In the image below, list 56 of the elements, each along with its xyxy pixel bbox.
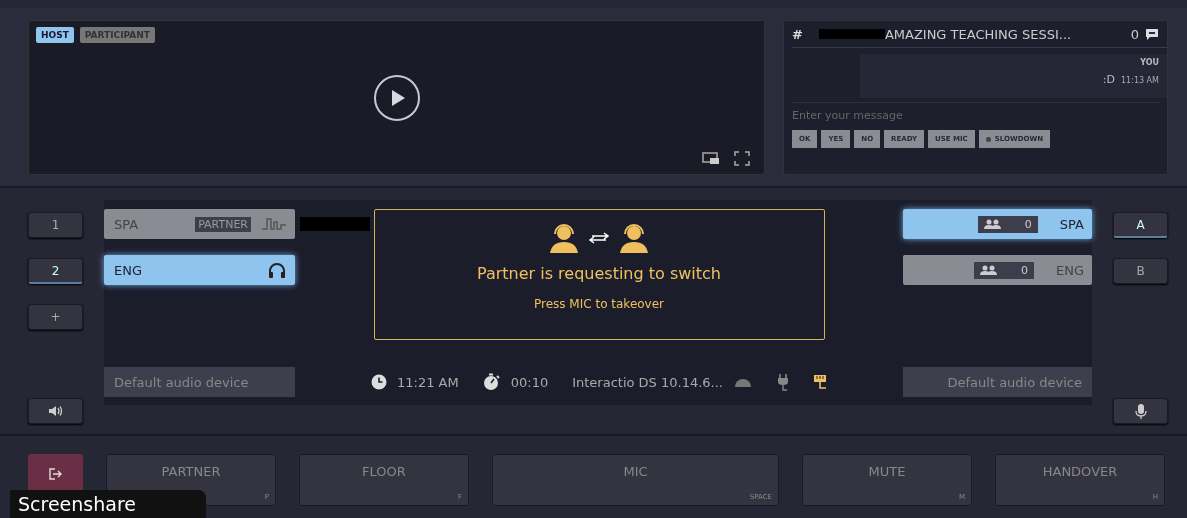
channel-label: SPA bbox=[1059, 216, 1084, 232]
listener-count-badge: 0 bbox=[977, 215, 1038, 233]
output-key[interactable]: B bbox=[1113, 258, 1168, 284]
chat-bubble-icon bbox=[1145, 27, 1159, 41]
stopwatch-icon bbox=[482, 373, 501, 391]
listener-count-badge: 0 bbox=[974, 261, 1034, 279]
microphone-icon bbox=[1134, 402, 1147, 420]
message-input[interactable]: Enter your message bbox=[792, 102, 1159, 128]
channel-label: SPA bbox=[114, 216, 140, 232]
mic-device-field[interactable]: Default audio device bbox=[903, 367, 1092, 397]
speaker-device-field[interactable]: Default audio device bbox=[104, 367, 295, 397]
signal-icon bbox=[733, 376, 753, 388]
swap-arrows-icon bbox=[588, 232, 610, 244]
microphone-button[interactable] bbox=[1113, 398, 1168, 424]
speaker-button[interactable] bbox=[28, 398, 83, 424]
message-text: :D bbox=[1102, 73, 1115, 86]
channel-key[interactable]: 2 bbox=[28, 258, 83, 284]
plug-icon bbox=[777, 373, 789, 391]
clock-time: 11:21 AM bbox=[397, 374, 459, 390]
headset-person-icon bbox=[548, 222, 580, 254]
headset-person-icon bbox=[618, 222, 650, 254]
channel-key[interactable]: 1 bbox=[28, 212, 83, 238]
channel-key[interactable]: + bbox=[28, 304, 83, 330]
output-key[interactable]: A bbox=[1113, 212, 1168, 238]
screenshare-toast: Screenshare bbox=[10, 490, 206, 518]
clock-icon bbox=[371, 374, 387, 390]
app-version: Interactio DS 10.14.6... bbox=[572, 374, 723, 390]
message-count: 0 bbox=[1130, 26, 1139, 42]
picture-in-picture-icon[interactable] bbox=[702, 152, 720, 165]
channel-hash: # bbox=[792, 26, 803, 42]
people-icon bbox=[980, 265, 998, 275]
redaction-bar bbox=[818, 29, 885, 39]
role-tab[interactable]: PARTICIPANT bbox=[79, 27, 155, 43]
fullscreen-icon[interactable] bbox=[734, 151, 750, 166]
channel-label: ENG bbox=[114, 262, 143, 278]
exit-icon bbox=[48, 468, 63, 480]
message-author: YOU bbox=[1140, 58, 1159, 67]
output-channel[interactable]: 0 SPA bbox=[903, 209, 1092, 239]
session-timer: 00:10 bbox=[510, 374, 549, 390]
notice-hint: Press MIC to takeover bbox=[533, 297, 665, 311]
ethernet-icon bbox=[813, 374, 827, 390]
floor-channel[interactable]: SPA PARTNER bbox=[104, 209, 295, 239]
people-icon bbox=[983, 219, 1002, 229]
chat-title: AMAZING TEACHING SESSI... bbox=[884, 26, 1073, 42]
floor-channel[interactable]: ENG bbox=[104, 255, 295, 285]
partner-badge: PARTNER bbox=[195, 216, 251, 232]
headphones-icon bbox=[267, 261, 287, 279]
play-icon[interactable] bbox=[372, 73, 421, 122]
output-channel[interactable]: 0 ENG bbox=[903, 255, 1092, 285]
role-tab[interactable]: HOST bbox=[36, 27, 74, 43]
speaker-icon bbox=[47, 405, 64, 417]
message-time: 11:13 AM bbox=[1121, 76, 1159, 85]
channel-label: ENG bbox=[1056, 262, 1084, 278]
notice-title: Partner is requesting to switch bbox=[477, 264, 721, 283]
waveform-icon bbox=[261, 216, 287, 232]
redaction-bar bbox=[300, 217, 370, 231]
